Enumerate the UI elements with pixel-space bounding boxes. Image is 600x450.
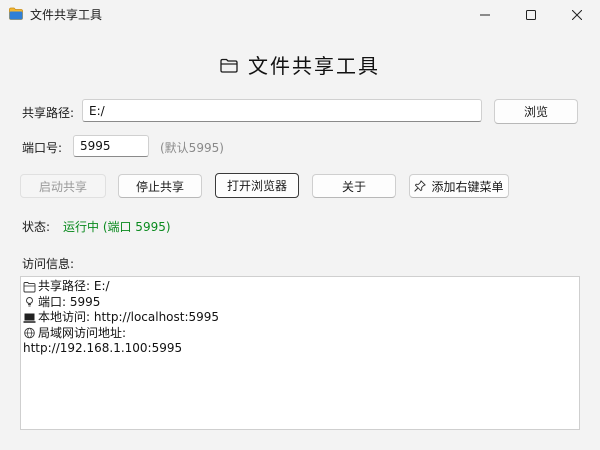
- window-title: 文件共享工具: [30, 8, 103, 22]
- computer-icon: [23, 313, 36, 323]
- port-label: 端口号:: [22, 141, 63, 155]
- share-path-label: 共享路径:: [22, 106, 75, 120]
- browse-button[interactable]: 浏览: [494, 99, 578, 124]
- minimize-icon: [480, 14, 490, 15]
- access-info-label: 访问信息:: [22, 257, 75, 271]
- title-bar[interactable]: 文件共享工具: [0, 0, 600, 29]
- start-share-button[interactable]: 启动共享: [20, 174, 106, 198]
- folder-icon: [220, 58, 238, 73]
- share-path-input[interactable]: E:/: [82, 99, 482, 122]
- info-line-local: 本地访问: http://localhost:5995: [23, 310, 577, 326]
- status-label: 状态:: [22, 220, 51, 234]
- maximize-button[interactable]: [508, 0, 554, 29]
- start-share-label: 启动共享: [38, 179, 87, 194]
- folder-icon: [23, 281, 36, 293]
- about-label: 关于: [341, 179, 366, 194]
- globe-icon: [24, 327, 35, 339]
- add-context-menu-button[interactable]: 添加右键菜单: [409, 174, 509, 198]
- app-folder-icon: [9, 7, 23, 20]
- pin-icon: [414, 180, 427, 192]
- minimize-button[interactable]: [462, 0, 508, 29]
- stop-share-button[interactable]: 停止共享: [118, 174, 202, 198]
- info-line-path: 共享路径: E:/: [23, 279, 577, 295]
- share-path-value: E:/: [89, 103, 105, 118]
- port-value: 5995: [80, 139, 111, 153]
- info-line-lan: 局域网访问地址:: [23, 326, 577, 342]
- stop-share-label: 停止共享: [135, 179, 184, 194]
- lightbulb-icon: [26, 297, 33, 307]
- page-title: 文件共享工具: [248, 53, 380, 78]
- open-browser-button[interactable]: 打开浏览器: [215, 173, 299, 198]
- app-window: 文件共享工具 文件共享工具 共享路径: E:/ 浏览 端口号: 5995 (默认…: [0, 0, 600, 450]
- access-info-textbox[interactable]: 共享路径: E:/ 端口: 5995 本地访问: http://localhos…: [20, 276, 580, 430]
- info-line-lan-url: http://192.168.1.100:5995: [23, 341, 183, 355]
- info-line-port: 端口: 5995: [23, 295, 577, 311]
- status-value: 运行中 (端口 5995): [63, 220, 171, 234]
- app-header: 文件共享工具: [0, 48, 600, 80]
- about-button[interactable]: 关于: [312, 174, 396, 198]
- browse-button-label: 浏览: [523, 105, 548, 119]
- maximize-icon: [526, 9, 536, 20]
- close-icon: [572, 9, 582, 20]
- close-button[interactable]: [554, 0, 600, 29]
- port-input[interactable]: 5995: [73, 135, 149, 157]
- open-browser-label: 打开浏览器: [226, 179, 287, 193]
- port-default-hint: (默认5995): [160, 141, 224, 155]
- add-context-menu-label: 添加右键菜单: [431, 179, 504, 194]
